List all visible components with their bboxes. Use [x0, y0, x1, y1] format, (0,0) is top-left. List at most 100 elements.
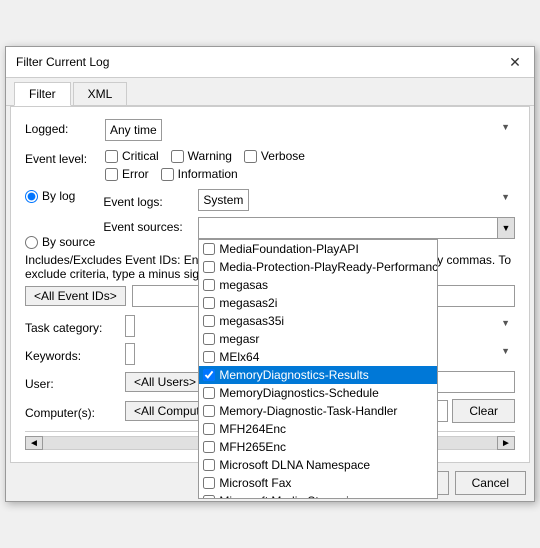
dropdown-item-0[interactable]: MediaFoundation-PlayAPI	[199, 240, 437, 258]
log-source-row: By log By source Event logs: System	[25, 189, 515, 249]
dropdown-item-3[interactable]: megasas2i	[199, 294, 437, 312]
dropdown-item-label-11: MFH265Enc	[219, 440, 286, 454]
dropdown-item-label-8: MemoryDiagnostics-Schedule	[219, 386, 378, 400]
dropdown-item-checkbox-14[interactable]	[203, 495, 215, 499]
dropdown-item-checkbox-12[interactable]	[203, 459, 215, 471]
checkbox-verbose: Verbose	[244, 149, 305, 163]
checkbox-error: Error	[105, 167, 149, 181]
event-logs-row: Event logs: System	[103, 189, 515, 211]
dropdown-item-label-3: megasas2i	[219, 296, 277, 310]
all-event-ids-button[interactable]: <All Event IDs>	[25, 286, 126, 306]
all-users-button[interactable]: <All Users>	[125, 372, 205, 392]
event-sources-input[interactable]	[198, 217, 515, 239]
scroll-right-button[interactable]: ►	[497, 436, 515, 450]
task-category-label: Task category:	[25, 318, 125, 335]
dropdown-item-label-5: megasr	[219, 332, 259, 346]
dropdown-item-label-6: MElx64	[219, 350, 259, 364]
dropdown-item-7[interactable]: MemoryDiagnostics-Results	[199, 366, 437, 384]
event-sources-list: MediaFoundation-PlayAPI Media-Protection-…	[198, 239, 438, 499]
task-select[interactable]	[125, 315, 135, 337]
dropdown-item-5[interactable]: megasr	[199, 330, 437, 348]
event-sources-arrow[interactable]: ▼	[497, 217, 515, 239]
dropdown-item-8[interactable]: MemoryDiagnostics-Schedule	[199, 384, 437, 402]
checkbox-warning: Warning	[171, 149, 232, 163]
logged-label: Logged:	[25, 119, 105, 136]
dropdown-item-2[interactable]: megasas	[199, 276, 437, 294]
checkbox-information: Information	[161, 167, 238, 181]
logged-row: Logged: Any time	[25, 119, 515, 141]
event-level-row: Event level: Critical Warning Verbose	[25, 149, 515, 181]
event-logs-label: Event logs:	[103, 192, 198, 209]
scroll-left-button[interactable]: ◄	[25, 436, 43, 450]
filter-dialog: Filter Current Log ✕ Filter XML Logged: …	[5, 46, 535, 502]
dropdown-item-label-13: Microsoft Fax	[219, 476, 291, 490]
dropdown-item-12[interactable]: Microsoft DLNA Namespace	[199, 456, 437, 474]
dropdown-item-14[interactable]: Microsoft Media Streaming	[199, 492, 437, 499]
by-log-radio-item: By log	[25, 189, 95, 203]
by-source-label: By source	[42, 235, 95, 249]
dropdown-item-checkbox-13[interactable]	[203, 477, 215, 489]
event-sources-label: Event sources:	[103, 217, 198, 234]
user-label: User:	[25, 374, 125, 391]
event-level-label: Event level:	[25, 149, 105, 166]
logged-select[interactable]: Any time	[105, 119, 162, 141]
right-fields: Event logs: System Event sources: ▼	[103, 189, 515, 245]
dropdown-item-checkbox-8[interactable]	[203, 387, 215, 399]
dropdown-item-checkbox-10[interactable]	[203, 423, 215, 435]
dropdown-item-6[interactable]: MElx64	[199, 348, 437, 366]
dropdown-item-1[interactable]: Media-Protection-PlayReady-Performance	[199, 258, 437, 276]
verbose-checkbox[interactable]	[244, 150, 257, 163]
dropdown-item-label-10: MFH264Enc	[219, 422, 286, 436]
tab-bar: Filter XML	[6, 78, 534, 106]
tab-filter[interactable]: Filter	[14, 82, 71, 106]
dropdown-item-checkbox-5[interactable]	[203, 333, 215, 345]
tab-xml[interactable]: XML	[73, 82, 128, 105]
dropdown-item-label-4: megasas35i	[219, 314, 284, 328]
dropdown-item-checkbox-11[interactable]	[203, 441, 215, 453]
dropdown-item-label-1: Media-Protection-PlayReady-Performance	[219, 260, 438, 274]
dropdown-item-13[interactable]: Microsoft Fax	[199, 474, 437, 492]
dropdown-item-checkbox-3[interactable]	[203, 297, 215, 309]
clear-button[interactable]: Clear	[452, 399, 515, 423]
dropdown-item-label-7: MemoryDiagnostics-Results	[219, 368, 368, 382]
keywords-select[interactable]	[125, 343, 135, 365]
by-log-radio[interactable]	[25, 190, 38, 203]
dropdown-item-label-12: Microsoft DLNA Namespace	[219, 458, 370, 472]
warning-label: Warning	[188, 149, 232, 163]
dropdown-item-4[interactable]: megasas35i	[199, 312, 437, 330]
event-logs-select-wrapper: System	[198, 189, 515, 211]
radio-group: By log By source	[25, 189, 95, 249]
dropdown-item-checkbox-9[interactable]	[203, 405, 215, 417]
information-checkbox[interactable]	[161, 168, 174, 181]
main-content: Logged: Any time Event level: Critical	[10, 106, 530, 463]
by-source-radio[interactable]	[25, 236, 38, 249]
dropdown-item-checkbox-7[interactable]	[203, 369, 215, 381]
event-sources-row: Event sources: ▼ MediaFoundation-PlayAPI…	[103, 217, 515, 239]
dropdown-item-9[interactable]: Memory-Diagnostic-Task-Handler	[199, 402, 437, 420]
by-source-radio-item: By source	[25, 235, 95, 249]
error-checkbox[interactable]	[105, 168, 118, 181]
dropdown-item-checkbox-6[interactable]	[203, 351, 215, 363]
close-button[interactable]: ✕	[506, 53, 524, 71]
dropdown-item-checkbox-2[interactable]	[203, 279, 215, 291]
checkbox-critical: Critical	[105, 149, 159, 163]
by-log-label: By log	[42, 189, 75, 203]
checkboxes-container: Critical Warning Verbose Error	[105, 149, 515, 181]
dropdown-item-10[interactable]: MFH264Enc	[199, 420, 437, 438]
warning-checkbox[interactable]	[171, 150, 184, 163]
checkboxes-row-2: Error Information	[105, 167, 515, 181]
critical-checkbox[interactable]	[105, 150, 118, 163]
clear-icon: C	[469, 404, 478, 418]
dropdown-item-checkbox-1[interactable]	[203, 261, 215, 273]
event-logs-select[interactable]: System	[198, 189, 249, 211]
information-label: Information	[178, 167, 238, 181]
dropdown-item-checkbox-4[interactable]	[203, 315, 215, 327]
dropdown-item-checkbox-0[interactable]	[203, 243, 215, 255]
critical-label: Critical	[122, 149, 159, 163]
checkboxes-row-1: Critical Warning Verbose	[105, 149, 515, 163]
dropdown-item-11[interactable]: MFH265Enc	[199, 438, 437, 456]
dropdown-item-label-0: MediaFoundation-PlayAPI	[219, 242, 358, 256]
cancel-button[interactable]: Cancel	[455, 471, 526, 495]
computers-label: Computer(s):	[25, 403, 125, 420]
logged-select-wrapper: Any time	[105, 119, 515, 141]
